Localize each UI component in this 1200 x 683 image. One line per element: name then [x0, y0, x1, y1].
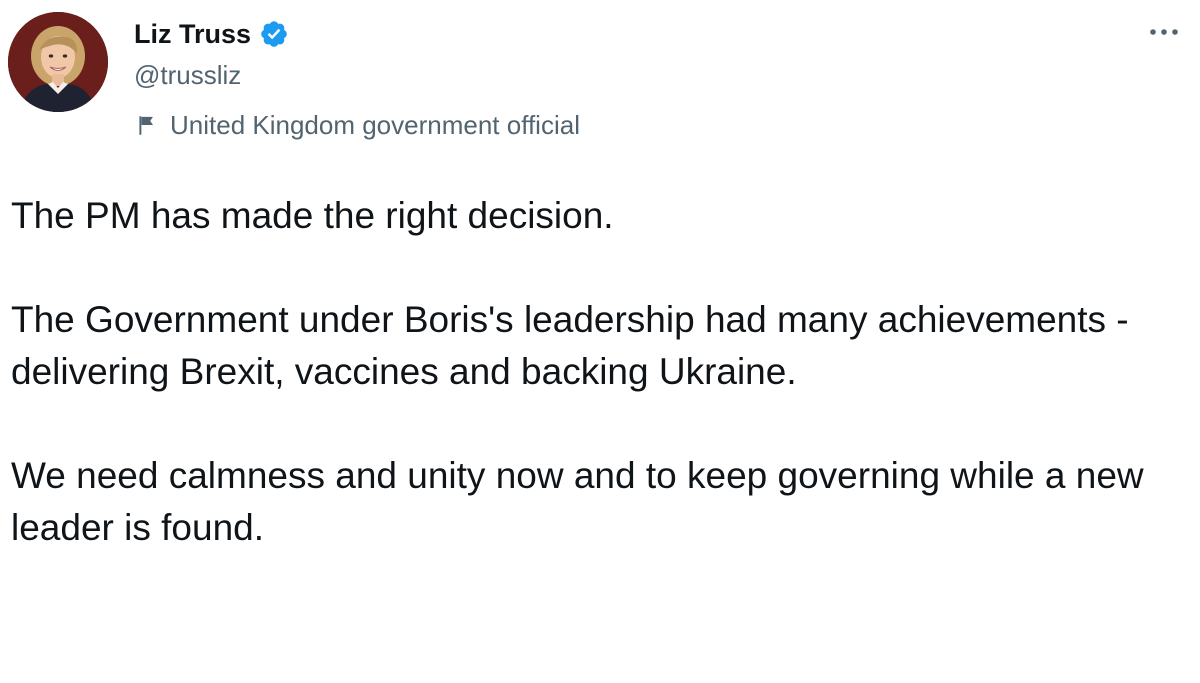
- account-label: United Kingdom government official: [170, 109, 580, 140]
- avatar[interactable]: [8, 12, 108, 112]
- author-name[interactable]: Liz Truss: [134, 19, 251, 50]
- verified-badge-icon: [261, 21, 287, 47]
- profile-photo-icon: [8, 12, 108, 112]
- author-name-row: Liz Truss: [134, 16, 289, 52]
- more-options-button[interactable]: [1146, 16, 1182, 48]
- account-label-row: United Kingdom government official: [134, 107, 580, 143]
- flag-icon: [139, 116, 153, 135]
- tweet-paragraph: The PM has made the right decision.: [11, 195, 614, 236]
- author-handle[interactable]: @trussliz: [134, 60, 241, 91]
- tweet-paragraph: We need calmness and unity now and to ke…: [11, 455, 1144, 548]
- tweet-text: The PM has made the right decision. The …: [11, 190, 1186, 554]
- tweet-paragraph: The Government under Boris's leadership …: [11, 299, 1129, 392]
- more-dots-icon: [1150, 29, 1178, 35]
